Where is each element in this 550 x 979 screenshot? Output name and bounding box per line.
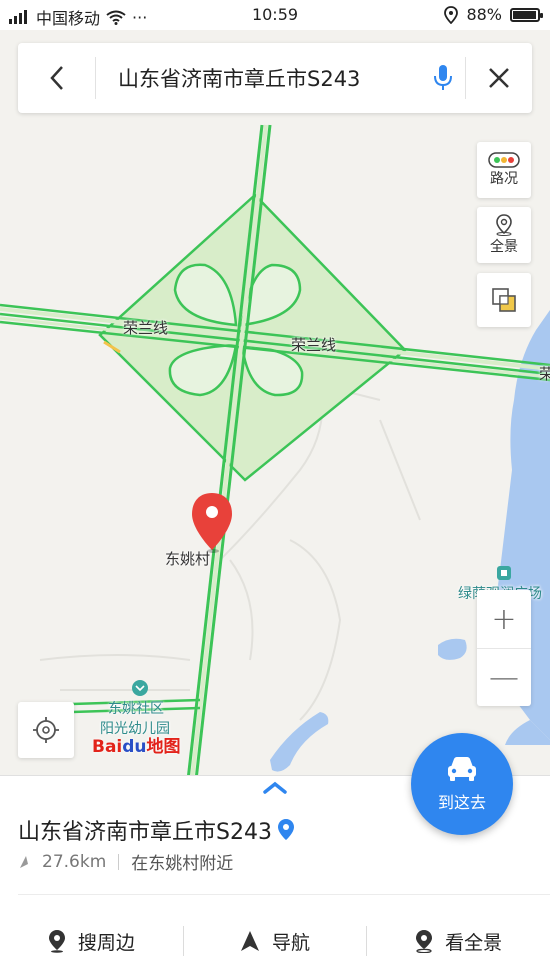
location-status-icon (444, 5, 459, 24)
nearby-text: 在东姚村附近 (131, 854, 234, 874)
community-poi-icon[interactable] (132, 680, 148, 696)
view-panorama-button[interactable]: 看全景 (367, 928, 550, 955)
action-bar: 搜周边 导航 看全景 (0, 911, 550, 971)
road-label-ronglan-1: 荣兰线 (123, 319, 169, 337)
place-title: 山东省济南市章丘市S243 (18, 814, 296, 846)
go-here-label: 到这去 (437, 793, 486, 812)
search-input[interactable]: 山东省济南市章丘市S243 (96, 63, 420, 93)
square-poi-glyph (501, 570, 507, 576)
locate-crosshair-icon (33, 717, 59, 743)
logo-bai: Bai (92, 737, 123, 757)
panorama-pin-icon (496, 214, 512, 236)
search-bar: 山东省济南市章丘市S243 (18, 43, 532, 113)
subtitle-separator (118, 853, 120, 870)
navigate-button[interactable]: 导航 (184, 928, 367, 955)
expand-handle[interactable] (262, 780, 288, 800)
navigate-label: 导航 (272, 931, 311, 954)
navigation-arrow-icon (241, 931, 259, 951)
road-label-ronglan-2: 荣兰线 (291, 336, 337, 354)
logo-ditu: 地图 (146, 737, 181, 757)
place-subtitle: 27.6km 在东姚村附近 (18, 849, 233, 874)
location-pin-icon[interactable] (192, 493, 232, 553)
place-verified-icon (277, 819, 294, 840)
voice-search-button[interactable] (420, 57, 466, 99)
close-button[interactable] (466, 43, 532, 113)
my-location-button[interactable] (18, 702, 74, 758)
nearby-pin-icon (48, 930, 65, 953)
zoom-out-button[interactable]: — (477, 648, 531, 706)
sheet-divider (18, 894, 550, 895)
battery-percent: 88% (466, 5, 502, 24)
logo-du: du (122, 737, 147, 757)
distance-text: 27.6km (42, 851, 107, 872)
pond-1 (438, 638, 467, 660)
battery-fill (513, 10, 536, 19)
traffic-label: 路况 (490, 171, 518, 187)
search-nearby-button[interactable]: 搜周边 (0, 928, 183, 955)
close-icon (489, 68, 509, 88)
car-icon (448, 757, 476, 781)
view-panorama-label: 看全景 (445, 931, 503, 954)
road-label-edge: 荣 (539, 365, 550, 383)
microphone-icon (433, 65, 452, 90)
back-arrow-icon (49, 66, 63, 90)
panorama-icon (416, 930, 433, 953)
go-here-button[interactable]: 到这去 (411, 733, 513, 835)
pond-2 (270, 712, 329, 772)
zoom-controls: + — (477, 590, 531, 706)
chevron-up-icon (263, 781, 287, 794)
layers-button[interactable] (477, 273, 531, 327)
battery-icon (510, 7, 543, 22)
map-canvas[interactable] (0, 30, 550, 775)
village-label[interactable]: 东姚村 (165, 548, 210, 569)
search-nearby-label: 搜周边 (77, 931, 135, 954)
community-label[interactable]: 东姚社区 (108, 698, 164, 718)
map-view[interactable]: 荣兰线 荣兰线 荣 东姚村 东姚社区 阳光幼儿园 绿荫观澜广场 (0, 30, 550, 775)
baidu-map-logo: Baidu地图 (92, 732, 181, 757)
place-title-text: 山东省济南市章丘市S243 (18, 820, 272, 845)
back-button[interactable] (18, 57, 96, 99)
layers-icon (492, 288, 516, 312)
panorama-label: 全景 (490, 239, 518, 255)
traffic-light-icon (488, 152, 520, 168)
direction-arrow-icon (20, 855, 28, 868)
traffic-button[interactable]: 路况 (477, 142, 531, 198)
status-bar: 中国移动 ··· 10:59 88% (0, 0, 550, 30)
zoom-in-button[interactable]: + (477, 590, 531, 648)
panorama-button[interactable]: 全景 (477, 207, 531, 263)
